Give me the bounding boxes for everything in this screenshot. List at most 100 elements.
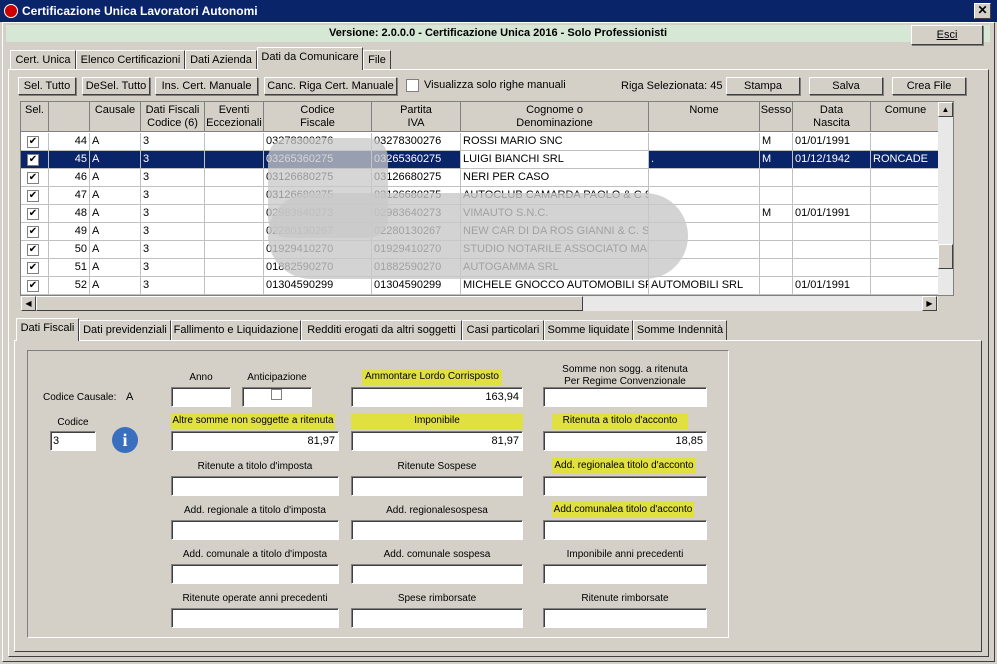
cell-sel[interactable]: ✔: [21, 259, 49, 277]
imponibile-field[interactable]: 81,97: [351, 431, 523, 451]
cell-sel[interactable]: ✔: [21, 187, 49, 205]
altre-somme-field[interactable]: 81,97: [171, 431, 339, 451]
col-comune[interactable]: Comune: [871, 102, 941, 132]
row-checkbox[interactable]: ✔: [27, 280, 39, 292]
col-codice-fiscale[interactable]: Codice Fiscale: [264, 102, 372, 132]
cell-num[interactable]: 46: [49, 169, 90, 187]
ritenute-sospese-field[interactable]: [351, 476, 523, 496]
col-num[interactable]: [49, 102, 90, 132]
cell-codice-fiscale[interactable]: 01304590299: [264, 277, 372, 295]
cell-codice[interactable]: 3: [141, 169, 205, 187]
desel-tutto-button[interactable]: DeSel. Tutto: [82, 77, 150, 95]
stampa-button[interactable]: Stampa: [726, 77, 800, 95]
row-checkbox[interactable]: ✔: [27, 190, 39, 202]
cell-num[interactable]: 44: [49, 133, 90, 151]
cell-eventi[interactable]: [205, 241, 264, 259]
cell-sel[interactable]: ✔: [21, 205, 49, 223]
cell-sesso[interactable]: [760, 241, 793, 259]
cell-comune[interactable]: [871, 133, 941, 151]
cell-nome[interactable]: .: [649, 151, 760, 169]
crea-file-button[interactable]: Crea File: [892, 77, 966, 95]
table-row[interactable]: ✔ 52 A 3 01304590299 01304590299 MICHELE GNOCC…: [21, 277, 941, 295]
cell-sesso[interactable]: [760, 169, 793, 187]
spese-rimborsate-field[interactable]: [351, 608, 523, 628]
cell-num[interactable]: 47: [49, 187, 90, 205]
cell-sel[interactable]: ✔: [21, 151, 49, 169]
row-checkbox[interactable]: ✔: [27, 154, 39, 166]
cell-causale[interactable]: A: [90, 241, 141, 259]
sel-tutto-button[interactable]: Sel. Tutto: [18, 77, 76, 95]
cell-sesso[interactable]: M: [760, 205, 793, 223]
cell-sesso[interactable]: [760, 187, 793, 205]
cell-sel[interactable]: ✔: [21, 223, 49, 241]
cell-sel[interactable]: ✔: [21, 169, 49, 187]
ritenute-imposta-field[interactable]: [171, 476, 339, 496]
cell-comune[interactable]: [871, 187, 941, 205]
cell-causale[interactable]: A: [90, 259, 141, 277]
tab-cert-unica[interactable]: Cert. Unica: [10, 50, 76, 70]
cell-denominazione[interactable]: LUIGI BIANCHI SRL: [461, 151, 649, 169]
cell-comune[interactable]: [871, 169, 941, 187]
scroll-thumb-h[interactable]: [36, 296, 583, 311]
anno-field[interactable]: [171, 387, 231, 407]
cell-codice[interactable]: 3: [141, 259, 205, 277]
anticipazione-checkbox[interactable]: [271, 389, 282, 400]
somme-non-sogg-field[interactable]: [543, 387, 707, 407]
add-reg-imposta-field[interactable]: [171, 520, 339, 540]
tab-dati-fiscali[interactable]: Dati Fiscali: [16, 318, 79, 341]
cell-causale[interactable]: A: [90, 205, 141, 223]
cell-nome[interactable]: AUTOMOBILI SRL: [649, 277, 760, 295]
ins-cert-manuale-button[interactable]: Ins. Cert. Manuale: [155, 77, 258, 95]
close-button[interactable]: ✕: [974, 3, 991, 19]
cell-data-nascita[interactable]: 01/01/1991: [793, 133, 871, 151]
cell-num[interactable]: 50: [49, 241, 90, 259]
row-checkbox[interactable]: ✔: [27, 136, 39, 148]
tab-redditi-erogati[interactable]: Redditi erogati da altri soggetti: [301, 320, 462, 340]
cell-causale[interactable]: A: [90, 277, 141, 295]
cell-data-nascita[interactable]: 01/01/1991: [793, 277, 871, 295]
table-row[interactable]: ✔45A30326536027503265360275LUIGI BIANCHI…: [21, 151, 941, 169]
cell-sesso[interactable]: [760, 259, 793, 277]
tab-file[interactable]: File: [363, 50, 391, 70]
cell-num[interactable]: 45: [49, 151, 90, 169]
col-causale[interactable]: Causale: [90, 102, 141, 132]
col-partita-iva[interactable]: Partita IVA: [372, 102, 461, 132]
cell-codice[interactable]: 3: [141, 133, 205, 151]
cell-codice[interactable]: 3: [141, 277, 205, 295]
codice-field[interactable]: 3: [50, 431, 96, 451]
col-eventi[interactable]: Eventi Eccezionali: [205, 102, 264, 132]
visualizza-checkbox[interactable]: [406, 79, 419, 92]
tab-elenco-certificazioni[interactable]: Elenco Certificazioni: [76, 50, 185, 70]
add-reg-sospesa-field[interactable]: [351, 520, 523, 540]
cell-data-nascita[interactable]: 01/01/1991: [793, 205, 871, 223]
cell-sel[interactable]: ✔: [21, 241, 49, 259]
cell-data-nascita[interactable]: [793, 187, 871, 205]
cell-data-nascita[interactable]: 01/12/1942: [793, 151, 871, 169]
tab-somme-liquidate[interactable]: Somme liquidate: [544, 320, 633, 340]
cell-denominazione[interactable]: MICHELE GNOCCO AUTOMOBILI SRL: [461, 277, 649, 295]
ammontare-field[interactable]: 163,94: [351, 387, 523, 407]
tab-dati-da-comunicare[interactable]: Dati da Comunicare: [257, 47, 363, 70]
add-com-acconto-field[interactable]: [543, 520, 707, 540]
add-reg-acconto-field[interactable]: [543, 476, 707, 496]
cell-sel[interactable]: ✔: [21, 277, 49, 295]
info-icon[interactable]: i: [112, 427, 138, 453]
cell-data-nascita[interactable]: [793, 259, 871, 277]
tab-casi-particolari[interactable]: Casi particolari: [462, 320, 544, 340]
cell-causale[interactable]: A: [90, 151, 141, 169]
cell-data-nascita[interactable]: [793, 169, 871, 187]
cell-codice[interactable]: 3: [141, 241, 205, 259]
cell-sesso[interactable]: M: [760, 133, 793, 151]
ritenute-rimborsate-field[interactable]: [543, 608, 707, 628]
cell-codice[interactable]: 3: [141, 187, 205, 205]
cell-causale[interactable]: A: [90, 169, 141, 187]
horizontal-scrollbar[interactable]: ◀ ▶: [21, 296, 938, 311]
cell-eventi[interactable]: [205, 223, 264, 241]
scroll-up-icon[interactable]: ▲: [938, 102, 953, 117]
cell-comune[interactable]: [871, 241, 941, 259]
cell-comune[interactable]: [871, 277, 941, 295]
cell-eventi[interactable]: [205, 187, 264, 205]
cell-num[interactable]: 49: [49, 223, 90, 241]
cell-denominazione[interactable]: ROSSI MARIO SNC: [461, 133, 649, 151]
col-data-nascita[interactable]: Data Nascita: [793, 102, 871, 132]
